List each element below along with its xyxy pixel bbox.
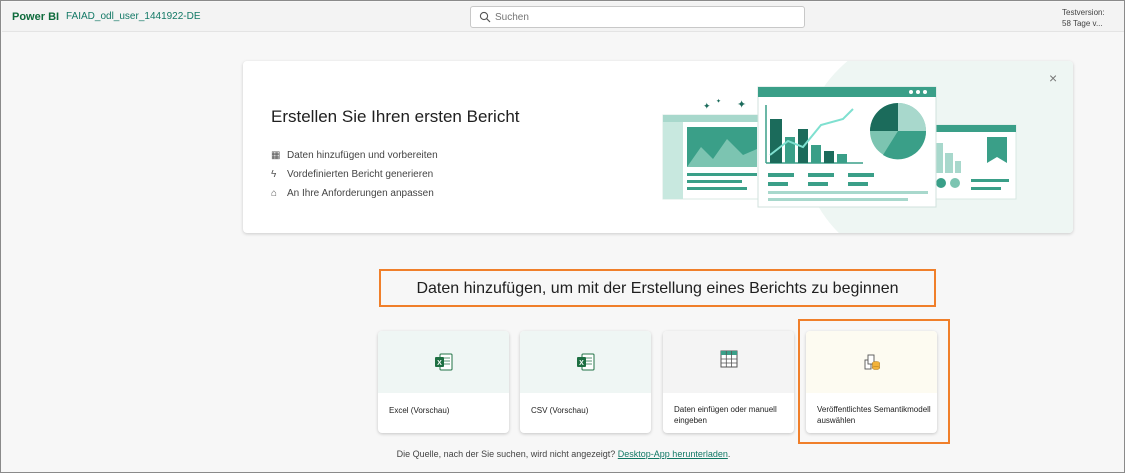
feature-item: ⌂ An Ihre Anforderungen anpassen: [271, 188, 434, 199]
lightning-icon: ϟ: [271, 169, 277, 180]
welcome-banner: Erstellen Sie Ihren ersten Bericht ▦ Date…: [243, 61, 1073, 233]
desktop-app-link[interactable]: Desktop-App herunterladen: [618, 449, 728, 459]
enter-data-card[interactable]: Daten einfügen oder manuell eingeben: [663, 331, 794, 433]
card-label: CSV (Vorschau): [531, 406, 589, 415]
footer-text: Die Quelle, nach der Sie suchen, wird ni…: [396, 449, 616, 459]
banner-title: Erstellen Sie Ihren ersten Bericht: [271, 107, 520, 126]
close-icon[interactable]: ×: [1049, 70, 1057, 86]
card-label: Excel (Vorschau): [389, 406, 450, 415]
app-frame: Power BI FAIAD_odl_user_1441922-DE Testv…: [0, 0, 1125, 473]
svg-text:✦: ✦: [716, 98, 721, 105]
trial-days: 58 Tage v...: [1062, 19, 1103, 28]
footer-end: .: [727, 449, 731, 459]
add-data-heading-highlight: Daten hinzufügen, um mit der Erstellung …: [379, 269, 936, 307]
grid-table-icon: [720, 350, 738, 368]
feature-item: ▦ Daten hinzufügen und vorbereiten: [271, 150, 438, 161]
search-box[interactable]: [470, 6, 805, 28]
trial-status[interactable]: Testversion: 58 Tage v...: [1062, 7, 1105, 29]
excel-source-card[interactable]: X Excel (Vorschau): [378, 331, 509, 433]
report-illustration: ✦ ✦ ✦: [662, 86, 1017, 208]
search-input[interactable]: [495, 10, 795, 25]
card-label: Daten einfügen oder manuell eingeben: [674, 405, 777, 425]
search-icon: [479, 11, 491, 23]
footer-note: Die Quelle, nach der Sie suchen, wird ni…: [1, 449, 1125, 459]
feature-label: Vordefinierten Bericht generieren: [287, 169, 434, 180]
svg-text:X: X: [437, 360, 442, 367]
svg-text:X: X: [579, 360, 584, 367]
svg-text:✦: ✦: [703, 101, 711, 111]
svg-text:✦: ✦: [737, 99, 746, 111]
excel-icon: X: [435, 353, 453, 371]
feature-label: An Ihre Anforderungen anpassen: [287, 188, 434, 199]
feature-label: Daten hinzufügen und vorbereiten: [287, 150, 438, 161]
add-data-heading: Daten hinzufügen, um mit der Erstellung …: [416, 280, 899, 297]
paint-brush-icon: ⌂: [271, 188, 278, 199]
workspace-name[interactable]: FAIAD_odl_user_1441922-DE: [66, 11, 201, 22]
app-brand[interactable]: Power BI: [12, 11, 59, 23]
table-icon: ▦: [271, 150, 281, 161]
csv-source-card[interactable]: X CSV (Vorschau): [520, 331, 651, 433]
top-bar: Power BI FAIAD_odl_user_1441922-DE Testv…: [2, 2, 1124, 32]
trial-label: Testversion:: [1062, 8, 1105, 17]
feature-item: ϟ Vordefinierten Bericht generieren: [271, 169, 433, 180]
csv-icon: X: [577, 353, 595, 371]
semantic-model-card-highlight: [798, 319, 950, 444]
